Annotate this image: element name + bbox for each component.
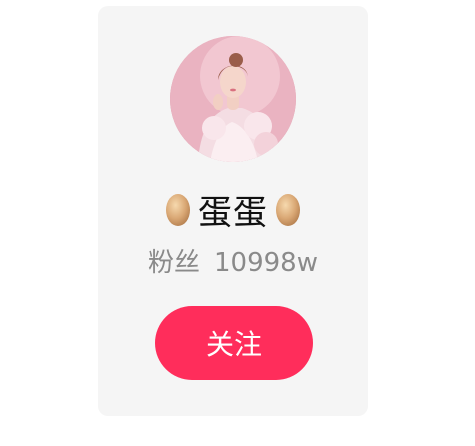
avatar[interactable] bbox=[170, 36, 296, 162]
avatar-photo bbox=[170, 36, 296, 162]
fans-row: 粉丝 10998w bbox=[98, 242, 368, 279]
follow-button[interactable]: 关注 bbox=[155, 306, 313, 380]
egg-icon bbox=[276, 194, 300, 226]
profile-name: 蛋蛋 bbox=[198, 192, 268, 233]
name-row: 蛋蛋 bbox=[98, 184, 368, 234]
profile-card: 蛋蛋 粉丝 10998w 关注 bbox=[98, 6, 368, 416]
egg-icon bbox=[166, 194, 190, 226]
fans-count: 10998w bbox=[214, 248, 318, 278]
fans-label: 粉丝 bbox=[148, 248, 201, 278]
